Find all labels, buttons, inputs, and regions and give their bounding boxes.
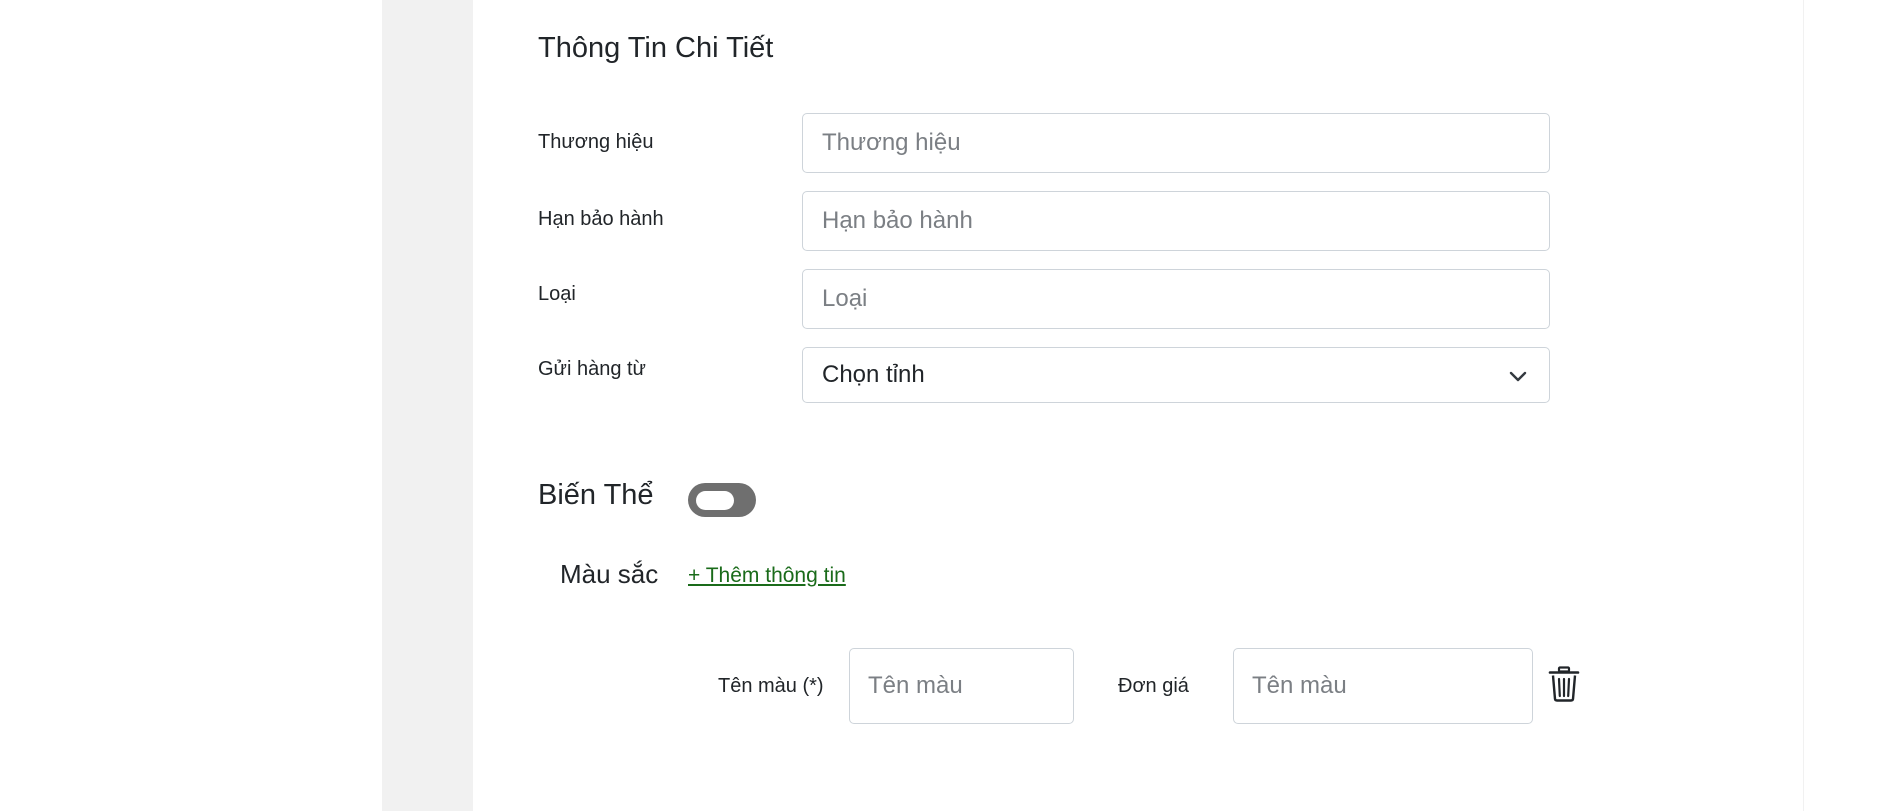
toggle-knob [696, 491, 734, 510]
type-label: Loại [538, 283, 576, 305]
warranty-input[interactable] [802, 191, 1550, 251]
trash-icon[interactable] [1548, 666, 1580, 702]
chevron-down-icon [1509, 371, 1527, 382]
add-info-link[interactable]: + Thêm thông tin [688, 564, 846, 588]
province-select[interactable]: Chọn tỉnh [802, 347, 1550, 403]
details-section-title: Thông Tin Chi Tiết [538, 32, 774, 64]
brand-label: Thương hiệu [538, 131, 654, 153]
ship-from-label: Gửi hàng từ [538, 358, 646, 380]
variants-toggle[interactable] [688, 483, 756, 517]
color-group-title: Màu sắc [560, 559, 659, 589]
unit-price-input[interactable] [1233, 648, 1533, 724]
color-name-input[interactable] [849, 648, 1074, 724]
province-select-value: Chọn tỉnh [822, 361, 925, 388]
type-input[interactable] [802, 269, 1550, 329]
brand-input[interactable] [802, 113, 1550, 173]
color-name-label: Tên màu (*) [718, 675, 824, 697]
variants-section-title: Biến Thể [538, 479, 654, 511]
warranty-label: Hạn bảo hành [538, 208, 664, 230]
unit-price-label: Đơn giá [1118, 675, 1189, 697]
